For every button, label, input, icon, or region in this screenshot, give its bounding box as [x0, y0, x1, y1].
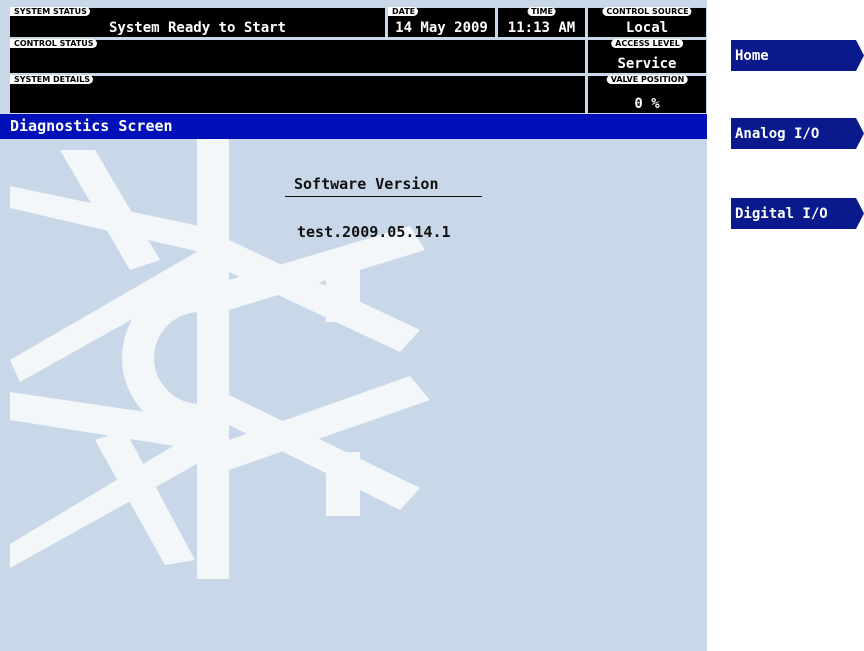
software-version-value: test.2009.05.14.1 [297, 223, 451, 241]
software-version-heading: Software Version [294, 175, 439, 193]
control-source-field: CONTROL SOURCE Local [588, 7, 706, 37]
access-level-label: ACCESS LEVEL [611, 39, 683, 48]
heading-underline [285, 196, 482, 197]
control-status-label: CONTROL STATUS [10, 39, 97, 48]
system-status-value: System Ready to Start [108, 20, 286, 36]
screen-title: Diagnostics Screen [10, 117, 173, 135]
control-status-field: CONTROL STATUS [10, 39, 585, 73]
valve-position-value: 0 % [634, 96, 660, 112]
navigation-panel [707, 0, 864, 651]
access-level-field: ACCESS LEVEL Service [588, 39, 706, 73]
digital-io-button[interactable]: Digital I/O [731, 198, 864, 229]
digital-io-button-label: Digital I/O [735, 206, 828, 222]
control-source-value: Local [625, 20, 669, 36]
system-status-label: SYSTEM STATUS [10, 7, 90, 16]
home-button[interactable]: Home [731, 40, 864, 71]
date-field: DATE 14 May 2009 [388, 7, 495, 37]
system-status-field: SYSTEM STATUS System Ready to Start [10, 7, 385, 37]
control-source-label: CONTROL SOURCE [602, 7, 692, 16]
snowflake-icon [10, 139, 430, 579]
time-field: TIME 11:13 AM [498, 7, 585, 37]
system-details-label: SYSTEM DETAILS [10, 75, 93, 84]
analog-io-button-label: Analog I/O [735, 126, 820, 142]
analog-io-button[interactable]: Analog I/O [731, 118, 864, 149]
home-button-label: Home [735, 48, 769, 64]
time-value: 11:13 AM [507, 20, 576, 36]
date-label: DATE [388, 7, 419, 16]
screen-title-bar: Diagnostics Screen [0, 114, 707, 139]
time-label: TIME [527, 7, 556, 16]
system-details-field: SYSTEM DETAILS [10, 75, 585, 113]
access-level-value: Service [617, 56, 677, 72]
date-value: 14 May 2009 [395, 20, 488, 36]
valve-position-label: VALVE POSITION [606, 75, 688, 84]
valve-position-field: VALVE POSITION 0 % [588, 75, 706, 113]
